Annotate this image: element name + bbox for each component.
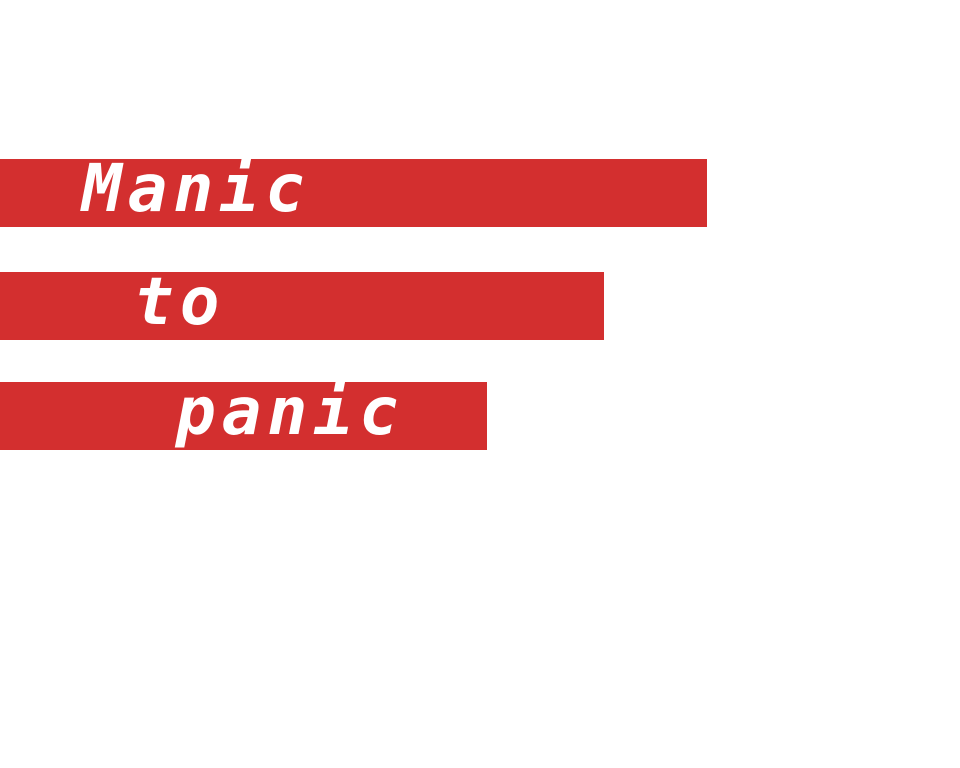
red-band-3: panic [0,378,487,450]
poster-canvas: Manic to panic [0,0,960,768]
word-to: to [134,263,226,340]
word-manic: Manic [82,150,311,227]
red-band-1: Manic [0,155,707,227]
word-panic: panic [176,373,405,450]
red-band-2: to [0,268,604,340]
